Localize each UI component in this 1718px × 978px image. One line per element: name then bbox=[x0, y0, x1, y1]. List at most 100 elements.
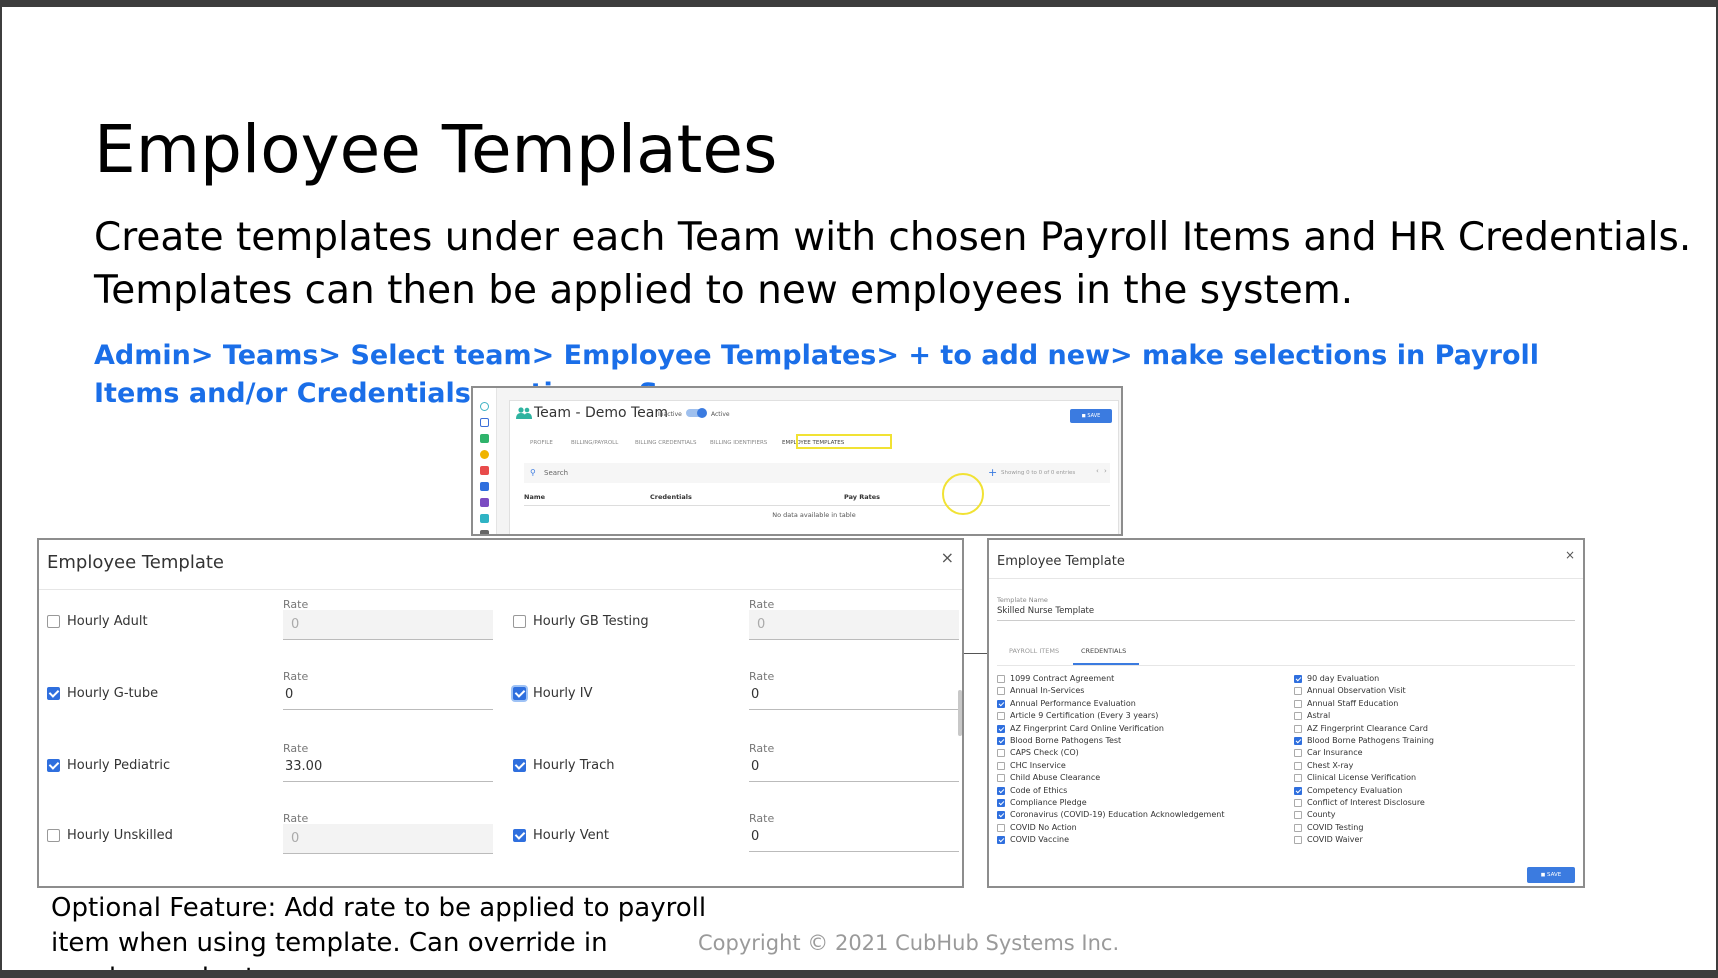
credential-label: 1099 Contract Agreement bbox=[1010, 674, 1115, 683]
credential-checkbox[interactable] bbox=[997, 749, 1005, 758]
credential-checkbox[interactable] bbox=[1294, 774, 1302, 783]
credential-checkbox[interactable] bbox=[997, 774, 1005, 783]
credential-checkbox[interactable] bbox=[1294, 687, 1302, 696]
credential-checkbox[interactable] bbox=[1294, 712, 1302, 721]
credential-checkbox[interactable] bbox=[997, 811, 1005, 820]
credential-label: Blood Borne Pathogens Training bbox=[1307, 736, 1435, 745]
close-icon[interactable]: × bbox=[941, 548, 954, 567]
rate-input[interactable]: 0 bbox=[283, 610, 493, 640]
rate-input[interactable]: 0 bbox=[749, 680, 959, 710]
payroll-item: Hourly Adult Rate 0 bbox=[39, 598, 493, 662]
checkbox-hourly-g-tube[interactable] bbox=[47, 687, 60, 700]
checkbox-hourly-vent[interactable] bbox=[513, 829, 526, 842]
credential-label: COVID No Action bbox=[1010, 822, 1077, 832]
gear-icon[interactable] bbox=[480, 402, 489, 411]
credential-label: County bbox=[1307, 810, 1336, 820]
credential-checkbox[interactable] bbox=[1294, 799, 1302, 807]
credential-checkbox[interactable] bbox=[997, 786, 1005, 795]
col-pay-rates[interactable]: Pay Rates bbox=[844, 493, 880, 501]
tabs-divider bbox=[997, 665, 1575, 666]
payroll-item-label: Hourly IV bbox=[533, 686, 593, 701]
tab-credentials[interactable]: CREDENTIALS bbox=[1081, 647, 1126, 655]
optional-feature-note: Optional Feature: Add rate to be applied… bbox=[51, 893, 707, 970]
credential-checkbox[interactable] bbox=[1294, 737, 1302, 745]
credential-checkbox[interactable] bbox=[997, 836, 1005, 845]
credential-checkbox[interactable] bbox=[997, 737, 1005, 745]
active-toggle[interactable] bbox=[686, 408, 707, 418]
calendar-icon[interactable] bbox=[480, 466, 489, 475]
rate-input[interactable]: 0 bbox=[749, 610, 959, 640]
tab-profile[interactable]: PROFILE bbox=[530, 440, 553, 446]
credentials-template-modal: Employee Template × Template Name Skille… bbox=[987, 538, 1585, 888]
folder-icon[interactable] bbox=[480, 514, 489, 523]
inbox-icon[interactable] bbox=[480, 418, 489, 427]
close-icon[interactable]: × bbox=[1565, 548, 1575, 562]
credential-checkbox[interactable] bbox=[1294, 836, 1302, 845]
credential-checkbox[interactable] bbox=[997, 724, 1005, 733]
tab-billing-identifiers[interactable]: BILLING IDENTIFIERS bbox=[710, 440, 767, 446]
table-divider bbox=[524, 505, 1110, 506]
upload-icon[interactable] bbox=[480, 498, 489, 507]
credential-checkbox[interactable] bbox=[1294, 823, 1302, 832]
credential-checkbox[interactable] bbox=[1294, 675, 1302, 683]
credential-label: COVID Vaccine bbox=[1010, 835, 1070, 845]
credential-checkbox[interactable] bbox=[997, 823, 1005, 832]
checkbox-hourly-gb-testing[interactable] bbox=[513, 615, 526, 628]
credential-checkbox[interactable] bbox=[997, 712, 1005, 721]
save-button[interactable]: ◼ SAVE bbox=[1527, 867, 1575, 883]
rate-input[interactable]: 0 bbox=[749, 752, 959, 782]
payroll-item-label: Hourly Pediatric bbox=[67, 758, 171, 773]
credential-checkbox[interactable] bbox=[997, 675, 1005, 683]
document-icon[interactable] bbox=[480, 482, 489, 491]
payroll-item-label: Hourly Trach bbox=[533, 758, 615, 773]
modal-title: Employee Template bbox=[997, 554, 1125, 569]
user-icon[interactable] bbox=[480, 450, 489, 459]
credential-label: Article 9 Certification (Every 3 years) bbox=[1010, 711, 1159, 721]
credential-label: Conflict of Interest Disclosure bbox=[1307, 798, 1425, 807]
checkbox-hourly-pediatric[interactable] bbox=[47, 759, 60, 772]
credential-checkbox[interactable] bbox=[1294, 811, 1302, 820]
pager-prev-icon[interactable]: ‹ bbox=[1096, 467, 1099, 475]
credential-label: Annual In-Services bbox=[1010, 686, 1085, 696]
credential-checkbox[interactable] bbox=[997, 761, 1005, 770]
credential-checkbox[interactable] bbox=[997, 687, 1005, 696]
payroll-template-modal: Employee Template × Hourly Adult Rate 0 … bbox=[37, 538, 964, 888]
payroll-item: Hourly IV Rate 0 bbox=[505, 670, 959, 734]
credential-checkbox[interactable] bbox=[997, 699, 1005, 708]
col-credentials[interactable]: Credentials bbox=[650, 493, 692, 501]
pager-next-icon[interactable]: › bbox=[1104, 467, 1107, 475]
credential-checkbox[interactable] bbox=[1294, 699, 1302, 708]
credential-checkbox[interactable] bbox=[1294, 724, 1302, 733]
rate-input[interactable]: 0 bbox=[749, 822, 959, 852]
credential-label: AZ Fingerprint Clearance Card bbox=[1307, 723, 1428, 733]
modal-header: Employee Template × bbox=[39, 540, 962, 590]
rate-input[interactable]: 0 bbox=[283, 824, 493, 854]
rate-input[interactable]: 33.00 bbox=[283, 752, 493, 782]
tab-payroll-items[interactable]: PAYROLL ITEMS bbox=[1009, 647, 1059, 655]
home-icon[interactable] bbox=[480, 434, 489, 443]
add-template-button[interactable]: + bbox=[988, 466, 997, 479]
col-name[interactable]: Name bbox=[524, 493, 545, 501]
template-name-input[interactable]: Skilled Nurse Template bbox=[997, 603, 1575, 621]
credential-checkbox[interactable] bbox=[1294, 786, 1302, 795]
rate-input[interactable]: 0 bbox=[283, 680, 493, 710]
credential-label: COVID Waiver bbox=[1307, 835, 1363, 845]
credential-label: Compliance Pledge bbox=[1010, 798, 1087, 807]
payroll-item-label: Hourly Vent bbox=[533, 828, 609, 843]
checkbox-hourly-trach[interactable] bbox=[513, 759, 526, 772]
tab-billing-payroll[interactable]: BILLING/PAYROLL bbox=[571, 440, 618, 446]
print-icon[interactable] bbox=[480, 530, 489, 534]
checkbox-hourly-unskilled[interactable] bbox=[47, 829, 60, 842]
slide-subtitle: Create templates under each Team with ch… bbox=[94, 215, 1692, 313]
checkbox-hourly-adult[interactable] bbox=[47, 615, 60, 628]
checkbox-hourly-iv[interactable] bbox=[513, 687, 526, 700]
credential-checkbox[interactable] bbox=[1294, 749, 1302, 758]
team-panel: Team - Demo Team Inactive Active ◼ SAVE … bbox=[509, 400, 1119, 534]
tab-billing-credentials[interactable]: BILLING CREDENTIALS bbox=[635, 440, 697, 446]
search-input[interactable]: Search bbox=[544, 469, 568, 477]
credential-checkbox[interactable] bbox=[1294, 761, 1302, 770]
team-save-button[interactable]: ◼ SAVE bbox=[1070, 409, 1112, 423]
scrollbar[interactable] bbox=[958, 690, 962, 736]
slide: Employee Templates Create templates unde… bbox=[2, 7, 1716, 970]
credential-checkbox[interactable] bbox=[997, 799, 1005, 807]
